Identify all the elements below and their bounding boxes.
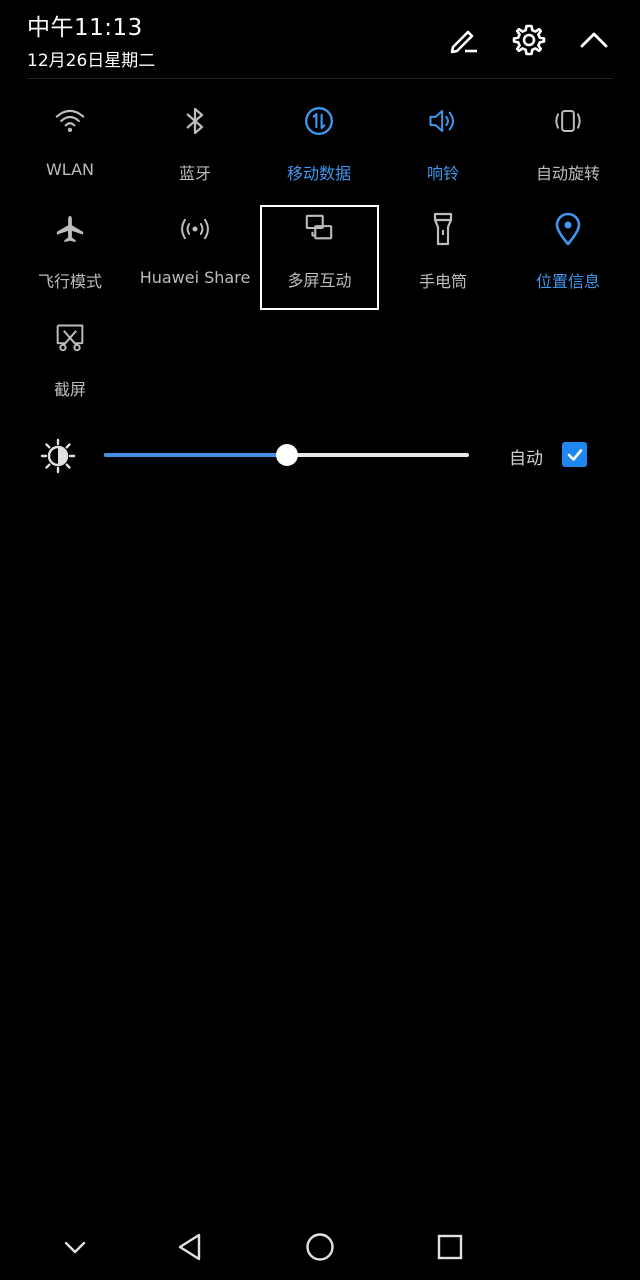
recents-icon [437, 1234, 463, 1260]
tile-label: 蓝牙 [178, 164, 211, 183]
tile-label: 自动旋转 [535, 164, 600, 183]
tile-label: 飞行模式 [37, 272, 102, 291]
tile-multi-screen[interactable]: 多屏互动 [260, 205, 379, 310]
checkmark-icon [567, 448, 582, 461]
volume-icon [428, 106, 458, 136]
navigation-bar [0, 1215, 640, 1280]
brightness-slider[interactable] [104, 444, 469, 466]
flashlight-icon [428, 212, 458, 246]
back-button[interactable] [170, 1227, 210, 1267]
settings-button[interactable] [509, 20, 549, 60]
brightness-row: 自动 [0, 430, 640, 480]
gear-icon [512, 24, 546, 56]
tile-label: 手电筒 [418, 272, 467, 291]
status-header: 中午11:13 12月26日星期二 [0, 0, 640, 78]
tile-label: 位置信息 [535, 272, 600, 291]
tile-auto-rotate[interactable]: 自动旋转 [506, 100, 630, 200]
auto-brightness-checkbox[interactable] [562, 442, 587, 467]
tile-label: 移动数据 [286, 164, 351, 183]
pull-down-button[interactable] [55, 1227, 95, 1267]
tile-label: 响铃 [426, 164, 459, 183]
location-icon [553, 212, 583, 246]
tile-label: Huawei Share [139, 268, 251, 287]
tile-ring[interactable]: 响铃 [381, 100, 505, 200]
clock-time: 中午11:13 [27, 15, 143, 41]
brightness-slider-fill [104, 453, 287, 457]
tile-bluetooth[interactable]: 蓝牙 [133, 100, 257, 200]
home-button[interactable] [300, 1227, 340, 1267]
brightness-icon [40, 438, 76, 474]
chevron-up-icon [580, 32, 608, 48]
pencil-icon [450, 30, 477, 54]
tile-screenshot[interactable]: 截屏 [8, 316, 132, 416]
mobile-data-icon [304, 106, 334, 136]
brightness-slider-thumb[interactable] [275, 444, 298, 466]
huawei-share-icon [180, 214, 210, 244]
screenshot-icon [55, 322, 85, 352]
tile-label: 多屏互动 [287, 271, 352, 290]
tile-mobile-data[interactable]: 移动数据 [257, 100, 381, 200]
edit-button[interactable] [443, 20, 483, 60]
header-divider [27, 78, 613, 79]
auto-brightness-label: 自动 [509, 449, 543, 469]
bluetooth-icon [180, 106, 210, 136]
tile-wlan[interactable]: WLAN [8, 100, 132, 200]
recents-button[interactable] [430, 1227, 470, 1267]
airplane-icon [55, 214, 85, 244]
rotate-icon [553, 106, 583, 136]
multi-screen-icon [304, 213, 334, 243]
tile-label: WLAN [45, 160, 94, 179]
home-icon [306, 1233, 334, 1261]
collapse-button[interactable] [574, 20, 614, 60]
date-text: 12月26日星期二 [27, 51, 156, 71]
back-icon [178, 1233, 201, 1261]
tile-label: 截屏 [53, 380, 86, 399]
chevron-down-icon [64, 1241, 86, 1254]
tile-huawei-share[interactable]: Huawei Share [133, 208, 257, 308]
tile-location[interactable]: 位置信息 [506, 208, 630, 308]
tile-flashlight[interactable]: 手电筒 [381, 208, 505, 308]
wifi-icon [55, 106, 85, 136]
tile-airplane[interactable]: 飞行模式 [8, 208, 132, 308]
